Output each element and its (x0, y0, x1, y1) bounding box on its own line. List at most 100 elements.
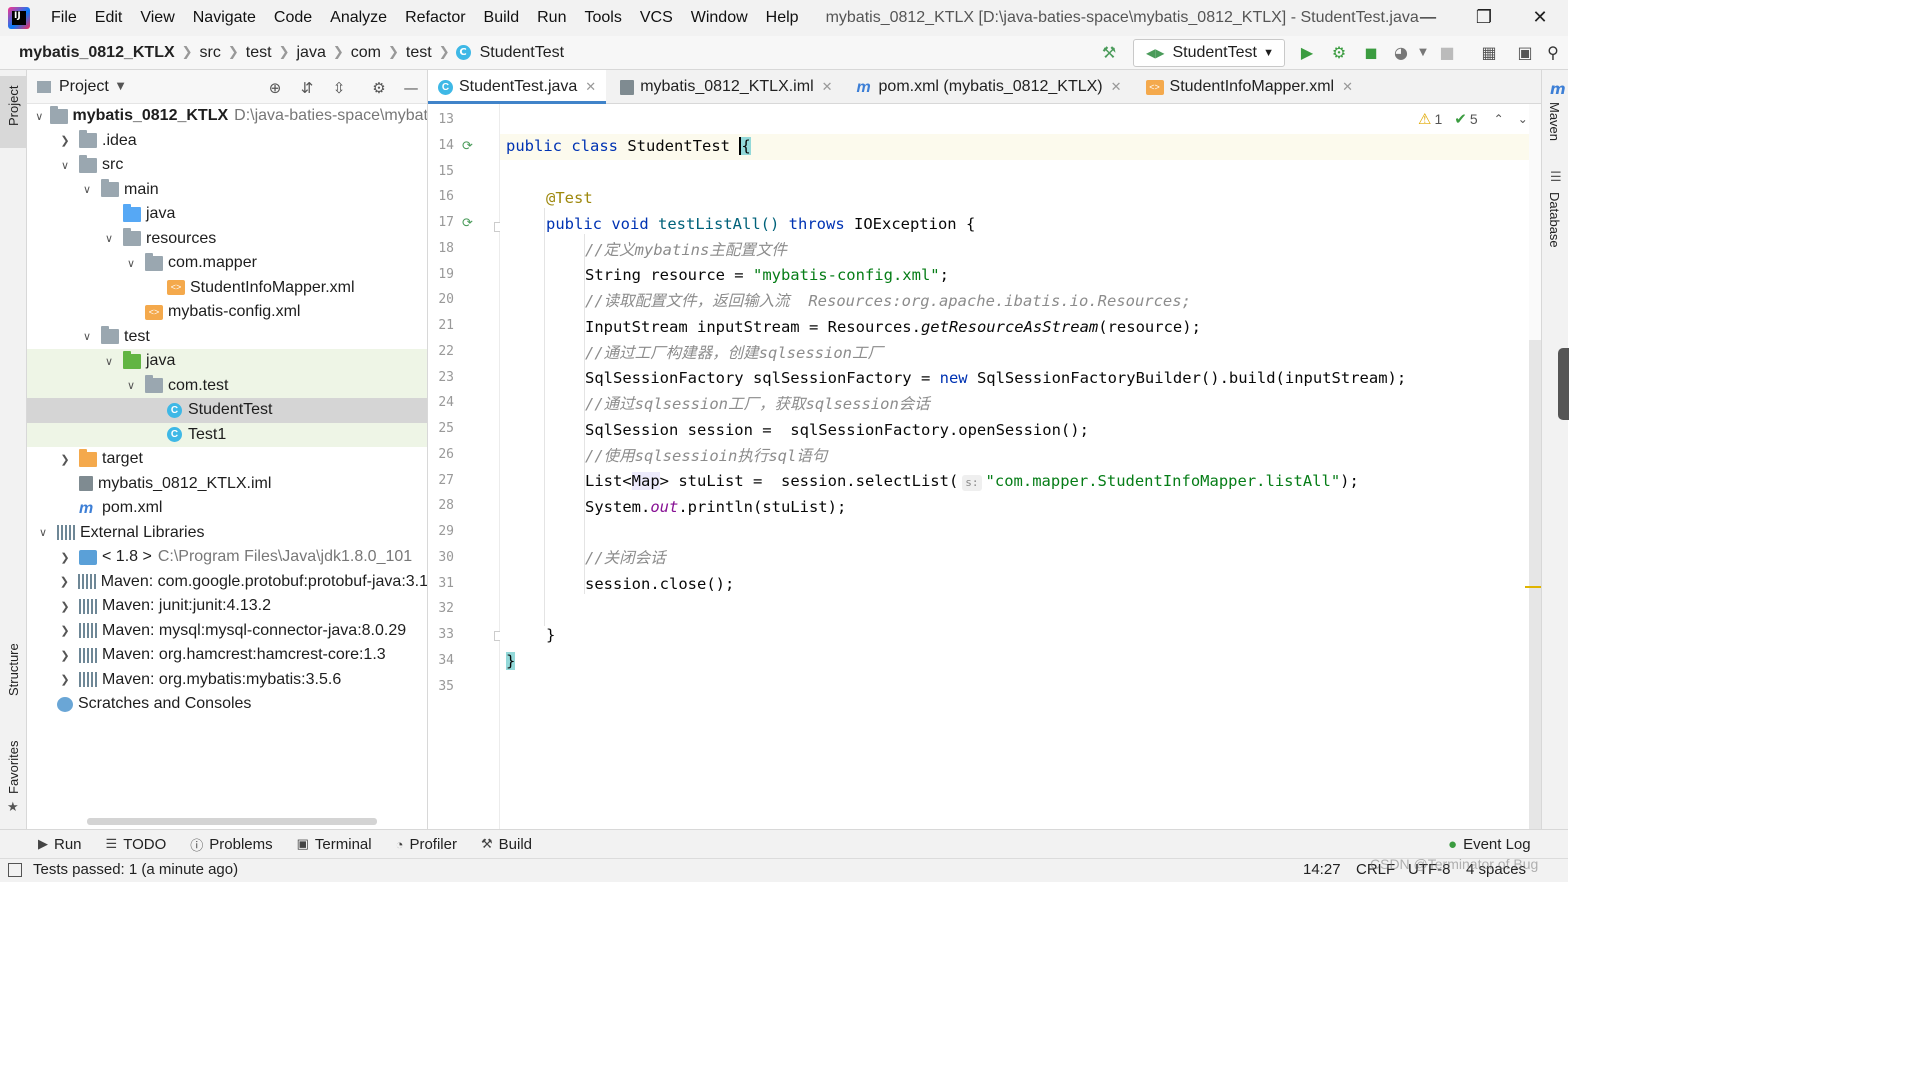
breadcrumb-item[interactable]: com (346, 44, 386, 62)
collapsed-arrow-icon[interactable]: ❯ (57, 624, 73, 637)
expanded-arrow-icon[interactable]: ∨ (57, 159, 73, 172)
tree-item[interactable]: ∨ main (27, 178, 427, 203)
coverage-icon[interactable]: ◼ (1360, 42, 1382, 64)
editor-tab[interactable]: mybatis_0812_KTLX.iml ✕ (610, 70, 842, 104)
tool-window-problems-button[interactable]: ⓘ Problems (178, 835, 284, 854)
code-line-24[interactable]: //通过sqlsession工厂，获取sqlsession会话 (585, 392, 930, 418)
tree-item[interactable]: java (27, 202, 427, 227)
collapsed-arrow-icon[interactable]: ❯ (57, 575, 72, 588)
debug-icon[interactable]: ⚙ (1328, 42, 1350, 64)
code-line-27[interactable]: List<Map> stuList = session.selectList(s… (585, 469, 1359, 495)
inspection-widget[interactable]: ⚠ 1 ✔ 5 ⌃ ⌄ (1418, 110, 1528, 128)
tree-item[interactable]: ❯ target (27, 447, 427, 472)
warning-marker[interactable] (1525, 586, 1541, 588)
tool-window-profiler-button[interactable]: ◔ Profiler (384, 836, 469, 853)
structure-tool-label[interactable]: Structure (6, 643, 21, 696)
menu-build[interactable]: Build (475, 0, 529, 36)
expanded-arrow-icon[interactable]: ∨ (101, 355, 117, 368)
next-highlight-icon[interactable]: ⌄ (1518, 112, 1528, 126)
code-line-21[interactable]: InputStream inputStream = Resources.getR… (585, 315, 1201, 341)
tree-item[interactable]: mybatis_0812_KTLX.iml (27, 472, 427, 497)
toggle-tool-windows-icon[interactable] (8, 863, 22, 877)
editor-tab[interactable]: C StudentTest.java ✕ (428, 70, 607, 104)
close-tab-icon[interactable]: ✕ (585, 79, 596, 95)
menu-refactor[interactable]: Refactor (396, 0, 474, 36)
tree-item[interactable]: ∨ java (27, 349, 427, 374)
collapse-all-icon[interactable]: ⇳ (329, 78, 349, 98)
tree-item[interactable]: C StudentTest (27, 398, 427, 423)
breadcrumb-item[interactable]: mybatis_0812_KTLX (14, 44, 180, 62)
expanded-arrow-icon[interactable]: ∨ (101, 232, 117, 245)
breadcrumb-item[interactable]: test (241, 44, 277, 62)
caret-position[interactable]: 14:27 (1303, 861, 1341, 878)
tree-item[interactable]: <> StudentInfoMapper.xml (27, 276, 427, 301)
collapsed-arrow-icon[interactable]: ❯ (57, 673, 73, 686)
code-line-34[interactable]: } (506, 649, 516, 675)
close-tab-icon[interactable]: ✕ (1342, 79, 1353, 95)
tree-item[interactable]: ∨ mybatis_0812_KTLX D:\java-baties-space\m… (27, 104, 427, 129)
menu-vcs[interactable]: VCS (631, 0, 682, 36)
tree-item[interactable]: ❯ Maven: mysql:mysql-connector-java:8.0.2… (27, 619, 427, 644)
run-icon[interactable]: ▶ (1296, 42, 1318, 64)
status-message[interactable]: Tests passed: 1 (a minute ago) (33, 861, 238, 878)
side-handle[interactable] (1558, 348, 1569, 420)
run-test-method-icon[interactable]: ⟳ (462, 216, 473, 231)
previous-highlight-icon[interactable]: ⌃ (1494, 112, 1504, 126)
layout-icon[interactable]: ▣ (1514, 42, 1536, 64)
code-line-19[interactable]: String resource = "mybatis-config.xml"; (585, 263, 949, 289)
tree-item[interactable]: ∨ com.mapper (27, 251, 427, 276)
code-line-22[interactable]: //通过工厂构建器，创建sqlsession工厂 (585, 341, 883, 367)
run-configuration-select[interactable]: ◀▶ StudentTest ▼ (1133, 39, 1285, 67)
menu-file[interactable]: File (42, 0, 86, 36)
project-tool-label[interactable]: Project (6, 86, 21, 126)
profile-icon[interactable]: ◕ (1390, 42, 1412, 64)
menu-help[interactable]: Help (757, 0, 808, 36)
tree-item[interactable]: ∨ src (27, 153, 427, 178)
menu-run[interactable]: Run (528, 0, 575, 36)
code-line-30[interactable]: //关闭会话 (585, 546, 666, 572)
tree-item[interactable]: ❯ Maven: org.mybatis:mybatis:3.5.6 (27, 668, 427, 693)
expanded-arrow-icon[interactable]: ∨ (35, 526, 51, 539)
tree-item[interactable]: ∨ External Libraries (27, 521, 427, 546)
code-line-25[interactable]: SqlSession session = sqlSessionFactory.o… (585, 418, 1089, 444)
menu-navigate[interactable]: Navigate (184, 0, 265, 36)
menu-window[interactable]: Window (682, 0, 757, 36)
breadcrumb-item[interactable]: java (291, 44, 330, 62)
tool-window-terminal-button[interactable]: ▣ Terminal (285, 836, 384, 853)
editor-scrollbar[interactable] (1525, 104, 1541, 834)
gear-icon[interactable]: ⚙ (369, 78, 389, 98)
code-line-26[interactable]: //使用sqlsessioin执行sql语句 (585, 444, 827, 470)
menu-tools[interactable]: Tools (575, 0, 630, 36)
menu-edit[interactable]: Edit (86, 0, 132, 36)
more-run-options-icon[interactable]: ▼ (1412, 42, 1434, 64)
code-line-18[interactable]: //定义mybatins主配置文件 (585, 238, 787, 264)
database-tool-label[interactable]: Database (1547, 192, 1562, 248)
build-hammer-icon[interactable]: ⚒ (1098, 42, 1120, 64)
code-line-14[interactable]: public class StudentTest { (500, 134, 1530, 160)
code-line-16[interactable]: @Test (546, 186, 593, 212)
code-line-31[interactable]: session.close(); (585, 572, 734, 598)
tool-window-run-button[interactable]: ▶ Run (26, 836, 94, 853)
breadcrumb-item[interactable]: test (401, 44, 437, 62)
expanded-arrow-icon[interactable]: ∨ (35, 110, 44, 123)
expand-all-icon[interactable]: ⇵ (297, 78, 317, 98)
horizontal-scrollbar[interactable] (87, 818, 377, 825)
menu-analyze[interactable]: Analyze (321, 0, 396, 36)
tree-item[interactable]: ∨ com.test (27, 373, 427, 398)
expanded-arrow-icon[interactable]: ∨ (123, 257, 139, 270)
tree-item[interactable]: C Test1 (27, 422, 427, 447)
breadcrumb-item[interactable]: src (195, 44, 226, 62)
code-editor[interactable]: public class StudentTest { @Test public … (500, 104, 1530, 829)
tree-item[interactable]: <> mybatis-config.xml (27, 300, 427, 325)
expanded-arrow-icon[interactable]: ∨ (79, 330, 95, 343)
editor-tab[interactable]: m pom.xml (mybatis_0812_KTLX) ✕ (847, 70, 1132, 104)
event-log-button[interactable]: ● Event Log (1436, 836, 1543, 853)
restore-icon[interactable]: ❐ (1456, 0, 1512, 36)
locate-file-icon[interactable]: ⊕ (265, 78, 285, 98)
tree-item[interactable]: ❯ Maven: com.google.protobuf:protobuf-jav… (27, 570, 427, 595)
tree-item[interactable]: ❯ Maven: org.hamcrest:hamcrest-core:1.3 (27, 643, 427, 668)
favorites-tool-label[interactable]: Favorites (6, 741, 21, 794)
tree-item[interactable]: ❯ < 1.8 > C:\Program Files\Java\jdk1.8.0_1… (27, 545, 427, 570)
expanded-arrow-icon[interactable]: ∨ (123, 379, 139, 392)
editor-tab[interactable]: <> StudentInfoMapper.xml ✕ (1136, 70, 1363, 104)
